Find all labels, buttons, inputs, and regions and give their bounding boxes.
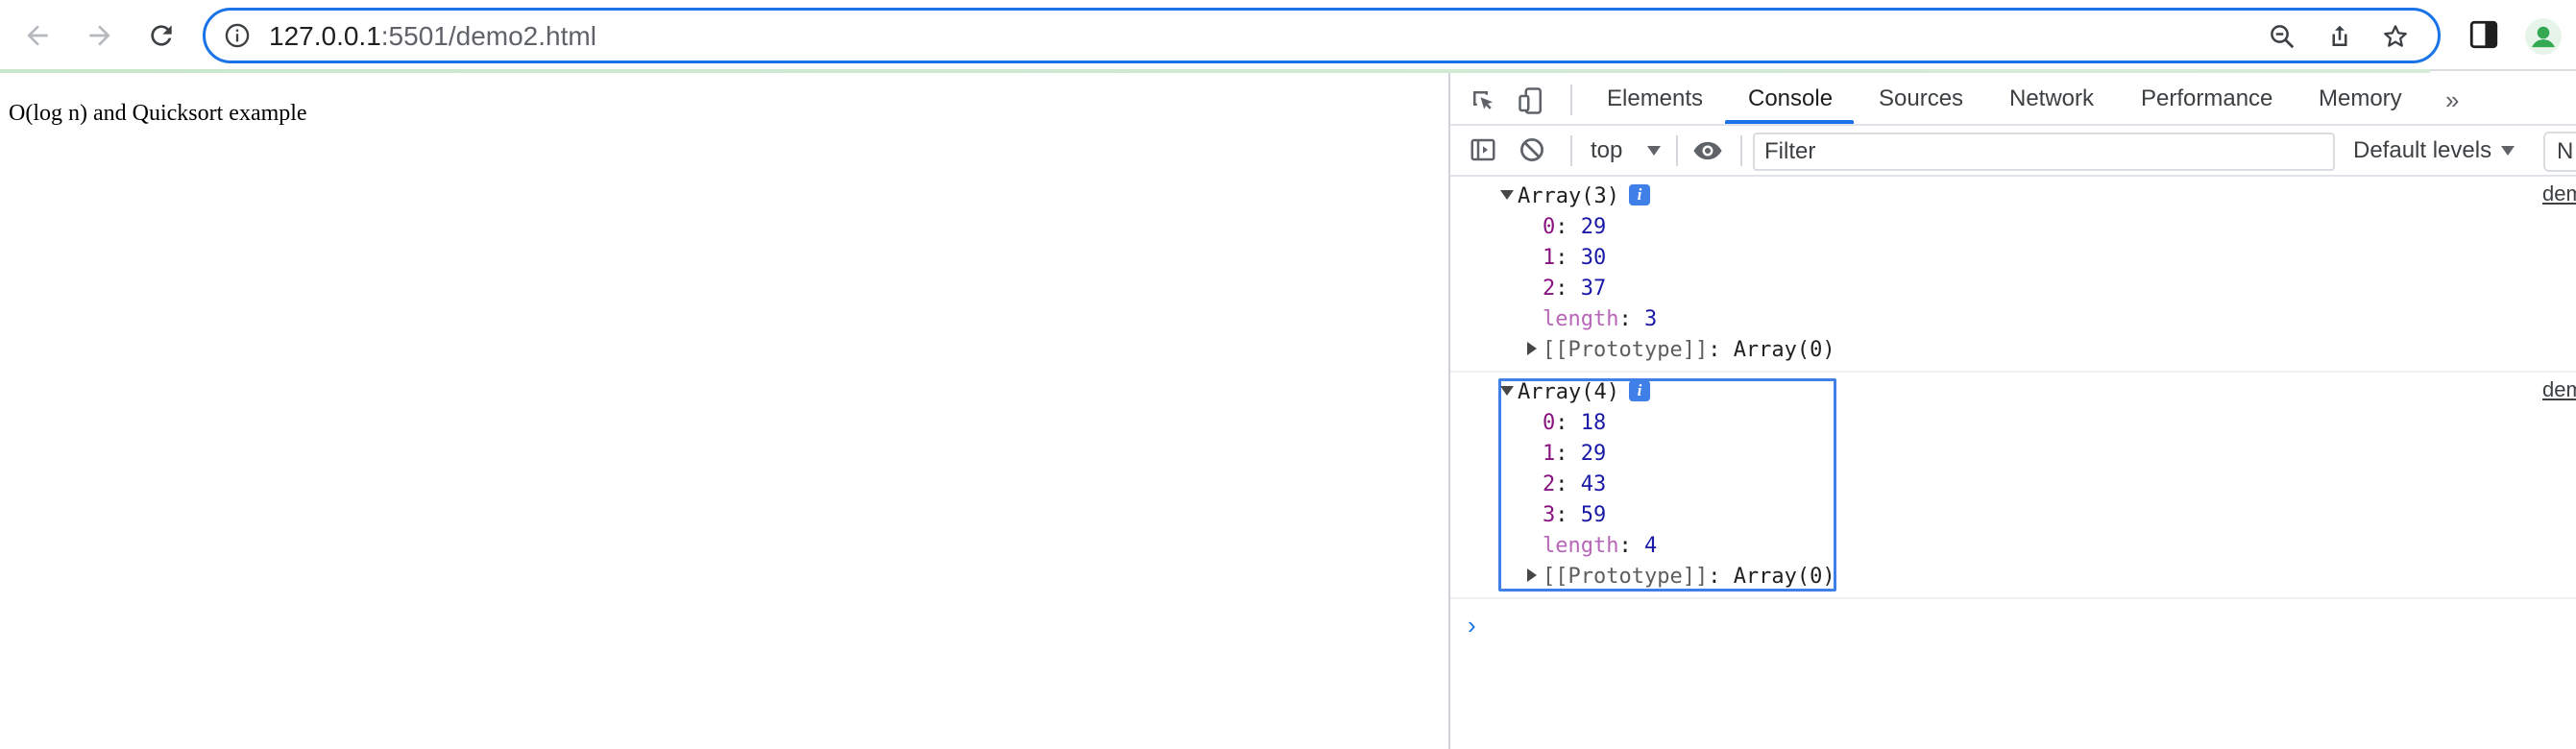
url-text: 127.0.0.1:5501/demo2.html	[269, 21, 596, 52]
info-badge-icon[interactable]: i	[1628, 380, 1650, 401]
array-prototype[interactable]: [[Prototype]]: Array(0)	[1527, 562, 1835, 592]
arrow-left-icon	[27, 25, 48, 46]
toolbar-divider	[1570, 135, 1572, 166]
page-viewport: O(log n) and Quicksort example	[0, 73, 1448, 749]
entry-key: 1	[1543, 442, 1556, 466]
expand-triangle-icon[interactable]	[1500, 386, 1514, 396]
console-message: dem Array(4) i 0: 18 1: 29 2: 43 3: 59 le…	[1450, 373, 2576, 599]
context-selector[interactable]: top	[1591, 136, 1622, 165]
site-info-icon[interactable]	[224, 22, 251, 49]
entry-key: 0	[1543, 215, 1556, 239]
caret-down-icon	[1647, 146, 1661, 156]
bookmark-star-icon[interactable]	[2381, 22, 2410, 51]
entry-key: 2	[1543, 277, 1556, 301]
inspect-cursor-icon	[1473, 91, 1493, 109]
side-panel-icon[interactable]	[2467, 18, 2500, 51]
page-body-text: O(log n) and Quicksort example	[9, 101, 307, 126]
sidebar-toggle-icon	[1470, 138, 1495, 161]
devtools-panel: Elements Console Sources Network Perform…	[1448, 73, 2576, 749]
tab-memory[interactable]: Memory	[2319, 73, 2402, 124]
reload-button[interactable]	[138, 12, 184, 59]
devtools-tab-bar: Elements Console Sources Network Perform…	[1450, 73, 2576, 126]
array-label: Array(3)	[1518, 184, 1619, 208]
expand-triangle-icon[interactable]	[1500, 190, 1514, 200]
device-mode-icon	[1519, 87, 1542, 114]
address-bar[interactable]: 127.0.0.1:5501/demo2.html	[203, 8, 2441, 63]
length-key: length	[1543, 534, 1619, 558]
toolbar-divider	[1676, 135, 1678, 166]
entry-value: 29	[1580, 215, 1607, 239]
array-entry: 1: 29	[1543, 442, 1607, 466]
console-prompt[interactable]: ›	[1468, 611, 1476, 640]
collapse-triangle-icon[interactable]	[1527, 568, 1537, 582]
toolbar-divider	[1740, 135, 1742, 166]
entry-value: 59	[1580, 503, 1607, 527]
browser-toolbar: 127.0.0.1:5501/demo2.html	[0, 0, 2576, 71]
prototype-key: [[Prototype]]	[1543, 338, 1709, 362]
device-toolbar-button[interactable]	[1516, 85, 1548, 117]
entry-key: 3	[1543, 503, 1556, 527]
tab-network[interactable]: Network	[2009, 73, 2094, 124]
array-entry: 0: 29	[1543, 215, 1607, 239]
more-tabs-button[interactable]: »	[2445, 85, 2459, 115]
share-icon[interactable]	[2325, 22, 2354, 51]
entry-value: 43	[1580, 472, 1607, 496]
tab-sources[interactable]: Sources	[1879, 73, 1963, 124]
array-entry: 2: 37	[1543, 277, 1607, 301]
tab-console[interactable]: Console	[1748, 73, 1833, 124]
tab-elements[interactable]: Elements	[1607, 73, 1703, 124]
url-host: 127.0.0.1	[269, 21, 381, 51]
toolbar-divider	[1570, 85, 1572, 115]
array-entry: 2: 43	[1543, 472, 1607, 496]
back-button[interactable]	[14, 12, 61, 59]
show-sidebar-button[interactable]	[1467, 133, 1499, 166]
arrow-right-icon	[89, 25, 110, 46]
length-value: 3	[1643, 307, 1658, 331]
zoom-icon[interactable]	[2268, 22, 2297, 51]
array-prototype[interactable]: [[Prototype]]: Array(0)	[1527, 335, 1835, 366]
console-message: dem Array(3) i 0: 29 1: 30 2: 37 length: …	[1450, 177, 2576, 373]
collapse-triangle-icon[interactable]	[1527, 342, 1537, 355]
entry-value: 37	[1580, 277, 1607, 301]
array-header[interactable]: Array(3) i	[1500, 181, 1650, 212]
length-key: length	[1543, 307, 1619, 331]
prototype-key: [[Prototype]]	[1543, 565, 1709, 589]
caret-down-icon	[2501, 146, 2515, 156]
array-entry: 0: 18	[1543, 411, 1607, 435]
source-link[interactable]: dem	[2542, 377, 2576, 402]
array-label: Array(4)	[1518, 380, 1619, 404]
entry-key: 0	[1543, 411, 1556, 435]
entry-value: 18	[1580, 411, 1607, 435]
issues-button[interactable]: N	[2543, 132, 2576, 172]
prototype-value: Array(0)	[1733, 338, 1835, 362]
profile-avatar-icon[interactable]	[2525, 18, 2562, 55]
array-entry: 1: 30	[1543, 246, 1607, 270]
length-value: 4	[1643, 534, 1658, 558]
inspect-element-button[interactable]	[1467, 85, 1499, 117]
entry-key: 2	[1543, 472, 1556, 496]
forward-button[interactable]	[77, 12, 123, 59]
entry-value: 30	[1580, 246, 1607, 270]
clear-console-button[interactable]	[1516, 133, 1548, 166]
console-filter-input[interactable]	[1753, 133, 2335, 171]
clear-circle-icon	[1520, 138, 1543, 161]
live-expression-button[interactable]	[1689, 134, 1727, 167]
array-entry: 3: 59	[1543, 503, 1607, 527]
log-levels-dropdown[interactable]: Default levels	[2353, 136, 2491, 165]
console-messages: dem Array(3) i 0: 29 1: 30 2: 37 length: …	[1450, 177, 2576, 749]
url-path: :5501/demo2.html	[380, 21, 596, 51]
entry-key: 1	[1543, 246, 1556, 270]
prototype-value: Array(0)	[1733, 565, 1835, 589]
eye-icon	[1693, 141, 1722, 160]
array-header[interactable]: Array(4) i	[1500, 377, 1650, 408]
reload-icon	[151, 25, 172, 46]
console-toolbar: top Default levels N	[1450, 126, 2576, 177]
info-badge-icon[interactable]: i	[1628, 184, 1650, 205]
entry-value: 29	[1580, 442, 1607, 466]
array-length: length: 4	[1543, 534, 1658, 558]
source-link[interactable]: dem	[2542, 181, 2576, 206]
array-length: length: 3	[1543, 307, 1658, 331]
active-tab-indicator	[1725, 120, 1854, 124]
tab-performance[interactable]: Performance	[2141, 73, 2272, 124]
